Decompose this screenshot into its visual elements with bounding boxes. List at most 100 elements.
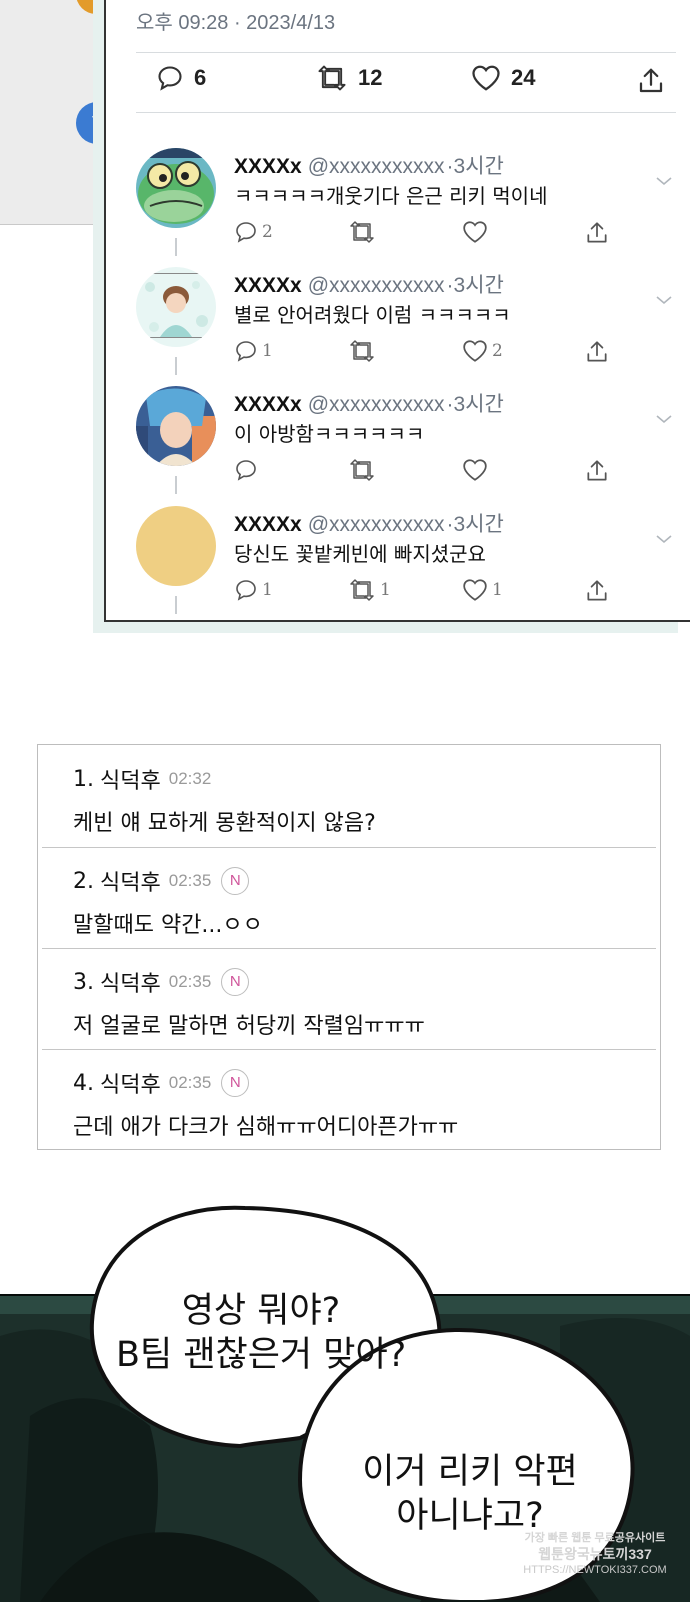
reply-icon (236, 341, 256, 362)
retweet-icon (318, 65, 346, 91)
reply-button[interactable] (234, 458, 262, 482)
speech-line: 이거 리키 악편 (362, 1452, 578, 1492)
reply-text: 당신도 꽃밭케빈에 빠지셨군요 (234, 542, 486, 566)
comment-text: 저 얼굴로 말하면 허당끼 작렬임ㅠㅠㅠ (73, 1014, 425, 1039)
like-button[interactable] (462, 458, 492, 482)
chevron-down-icon[interactable] (654, 532, 674, 546)
reply-button[interactable]: 1 (234, 578, 273, 602)
comment-number: 1. (73, 766, 94, 792)
retweet-button[interactable] (348, 458, 380, 482)
tweet-panel: 오후 09:28 · 2023/4/13 6 12 24 XXXXx @xxxx… (104, 0, 690, 622)
new-badge: N (221, 867, 250, 895)
watermark-line: 웹툰왕국뉴토끼337 (538, 1546, 652, 1562)
heart-icon (463, 579, 487, 601)
reply-count: 1 (262, 580, 273, 600)
comment-list: 1. 식덕후 02:32 케빈 얘 묘하게 몽환적이지 않음? 2. 식덕후 0… (37, 744, 661, 1150)
display-name[interactable]: XXXXx (234, 513, 302, 536)
share-icon (587, 580, 607, 601)
share-icon (639, 68, 663, 93)
share-button[interactable] (584, 220, 610, 246)
comment-text: 근데 애가 다크가 심해ㅠㅠ어디아픈가ㅠㅠ (73, 1115, 459, 1140)
comment-author: 식덕후 (100, 769, 161, 794)
share-button[interactable] (584, 339, 610, 365)
reply-icon (236, 222, 256, 243)
reply-time: ·3시간 (446, 274, 504, 297)
retweet-count: 12 (358, 65, 383, 90)
thread-line (175, 357, 177, 375)
reply-time: ·3시간 (446, 513, 504, 536)
retweet-button[interactable] (348, 339, 380, 363)
share-button[interactable] (584, 578, 610, 604)
like-button[interactable]: 1 (462, 578, 503, 602)
comment-number: 4. (73, 1070, 94, 1096)
reply-time: ·3시간 (446, 155, 504, 178)
comment-number: 3. (73, 969, 94, 995)
reply-tweet[interactable]: XXXXx @xxxxxxxxxxx·3시간 당신도 꽃밭케빈에 빠지셨군요 1 … (106, 506, 690, 624)
chevron-down-icon[interactable] (654, 174, 674, 188)
heart-icon (463, 221, 487, 243)
heart-icon (463, 459, 487, 481)
like-button[interactable] (462, 220, 492, 244)
display-name[interactable]: XXXXx (234, 274, 302, 297)
display-name[interactable]: XXXXx (234, 393, 302, 416)
comment-item: 2. 식덕후 02:35 N 말할때도 약간...ㅇㅇ (38, 847, 660, 947)
reply-actions: 2 (234, 220, 614, 246)
comment-item: 4. 식덕후 02:35 N 근데 애가 다크가 심해ㅠㅠ어디아픈가ㅠㅠ (38, 1049, 660, 1149)
comment-text: 케빈 얘 묘하게 몽환적이지 않음? (73, 811, 376, 836)
reply-stat[interactable]: 6 (156, 64, 206, 92)
speech-bubble-1: 영상 뭐야? B팀 괜찮은거 맞아? (116, 1289, 406, 1377)
reply-header: XXXXx @xxxxxxxxxxx·3시간 (234, 508, 504, 538)
avatar (136, 506, 216, 586)
retweet-stat[interactable]: 12 (316, 64, 382, 92)
comment-number: 2. (73, 868, 94, 894)
comment-text: 말할때도 약간...ㅇㅇ (73, 913, 263, 938)
user-handle: @xxxxxxxxxxx (307, 155, 445, 178)
retweet-icon (350, 340, 374, 362)
share-icon (587, 222, 607, 243)
comment-time: 02:35 (168, 972, 212, 991)
avatar (136, 267, 216, 347)
comment-header: 4. 식덕후 02:35 N (73, 1067, 250, 1099)
share-button[interactable] (584, 458, 610, 484)
watermark-line: 가장 빠른 웹툰 무료공유사이트 (524, 1532, 666, 1544)
share-button[interactable] (636, 66, 666, 100)
new-badge: N (221, 1069, 250, 1097)
comment-author: 식덕후 (100, 871, 161, 896)
retweet-count: 1 (380, 580, 391, 600)
speech-bubble-2: 이거 리키 악편 아니냐고? (340, 1450, 600, 1538)
comment-time: 02:35 (168, 871, 212, 890)
user-handle: @xxxxxxxxxxx (307, 393, 445, 416)
like-stat[interactable]: 24 (471, 64, 535, 92)
user-handle: @xxxxxxxxxxx (307, 274, 445, 297)
retweet-button[interactable]: 1 (348, 578, 391, 602)
avatar (136, 148, 216, 228)
comment-time: 02:32 (168, 769, 212, 788)
reply-tweet[interactable]: XXXXx @xxxxxxxxxxx·3시간 별로 안어려웠다 이럼 ㅋㅋㅋㅋㅋ … (106, 267, 690, 385)
reply-button[interactable]: 1 (234, 339, 273, 363)
chevron-down-icon[interactable] (654, 293, 674, 307)
divider (136, 52, 676, 53)
retweet-icon (350, 459, 374, 481)
retweet-button[interactable] (348, 220, 380, 244)
like-count: 2 (492, 341, 503, 361)
reply-icon (158, 66, 182, 91)
display-name[interactable]: XXXXx (234, 155, 302, 178)
like-count: 24 (511, 65, 536, 90)
comment-author: 식덕후 (100, 972, 161, 997)
watermark-url: HTTPS://NEWTOKI337.COM (523, 1564, 667, 1576)
comment-item: 1. 식덕후 02:32 케빈 얘 묘하게 몽환적이지 않음? (38, 745, 660, 845)
new-badge: N (221, 968, 250, 996)
like-button[interactable]: 2 (462, 339, 503, 363)
reply-count: 6 (194, 65, 207, 90)
heart-icon (463, 340, 487, 362)
thread-line (175, 238, 177, 256)
chevron-down-icon[interactable] (654, 412, 674, 426)
reply-text: 이 아방함ㅋㅋㅋㅋㅋㅋ (234, 422, 425, 446)
thread-line (175, 596, 177, 614)
reply-tweet[interactable]: XXXXx @xxxxxxxxxxx·3시간 ㅋㅋㅋㅋㅋ개웃기다 은근 리키 먹이… (106, 148, 690, 266)
divider (136, 112, 676, 113)
reply-tweet[interactable]: XXXXx @xxxxxxxxxxx·3시간 이 아방함ㅋㅋㅋㅋㅋㅋ (106, 386, 690, 504)
tweet-timestamp: 오후 09:28 · 2023/4/13 (136, 12, 336, 34)
reply-button[interactable]: 2 (234, 220, 273, 244)
reply-actions: 1 2 (234, 339, 614, 365)
